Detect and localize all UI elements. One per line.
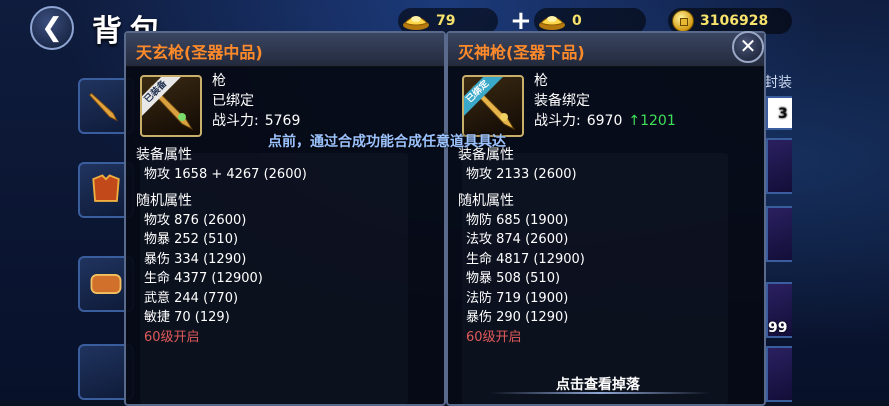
random-attr: 物暴 508 (510) <box>466 271 561 286</box>
tooltip-header: 天玄枪(圣器中品) <box>126 33 444 67</box>
gold-ingot-count: 79 <box>436 13 456 29</box>
power-label: 战斗力: <box>212 113 259 129</box>
bind-status: 装备绑定 <box>534 93 590 109</box>
random-attr: 暴伤 290 (1290) <box>466 310 569 325</box>
random-attr: 法攻 874 (2600) <box>466 232 569 247</box>
compare-item-tooltip: 灭神枪(圣器下品) 已绑定 枪 装备绑定 战斗力: 6970 ↑1201 装备属性 … <box>446 31 766 406</box>
item-type: 枪 <box>534 73 548 89</box>
hint-text: 点前，通过合成功能合成任意道具具达 <box>268 134 506 150</box>
power-value: 5769 <box>264 113 301 129</box>
item-name: 天玄枪(圣器中品) <box>136 43 263 62</box>
item-count: 3 <box>778 106 788 122</box>
random-attr: 武意 244 (770) <box>144 290 239 306</box>
random-attr: 生命 4377 (12900) <box>144 271 263 286</box>
power-row: 战斗力: 6970 ↑1201 <box>534 111 676 131</box>
coin-count: 3106928 <box>700 13 769 29</box>
armor-icon <box>92 174 120 202</box>
gold-ingot-icon <box>403 16 429 30</box>
locked-slot-text: 60级开启 <box>144 329 200 345</box>
locked-slot-text: 60级开启 <box>466 329 522 345</box>
close-button[interactable]: ✕ <box>732 31 764 63</box>
random-attr: 法防 719 (1900) <box>466 290 569 306</box>
attribute-box: 装备属性 物攻 2133 (2600) 随机属性 物防 685 (1900) 法… <box>458 143 754 404</box>
bind-status: 已绑定 <box>212 93 254 109</box>
side-slot[interactable] <box>766 138 792 194</box>
random-attr: 物暴 252 (510) <box>144 232 239 247</box>
random-attr: 生命 4817 (12900) <box>466 251 585 267</box>
close-icon: ✕ <box>739 34 757 58</box>
item-name: 灭神枪(圣器下品) <box>458 43 585 62</box>
divider <box>490 392 710 394</box>
coin-icon <box>672 10 694 32</box>
side-slot[interactable] <box>766 346 792 402</box>
side-slot[interactable] <box>766 206 792 262</box>
random-attr: 暴伤 334 (1290) <box>144 251 247 267</box>
bound-ingot-icon <box>539 16 565 30</box>
equip-attr: 物攻 2133 (2600) <box>466 167 577 182</box>
item-count: 99 <box>768 320 788 336</box>
side-tab[interactable]: 封装 <box>764 72 804 96</box>
power-label: 战斗力: <box>534 113 581 129</box>
back-arrow-icon: ❮ <box>41 13 63 43</box>
random-attr: 敏捷 70 (129) <box>144 310 230 325</box>
arrow-up-icon: ↑ <box>628 113 641 129</box>
power-delta-value: 1201 <box>640 113 676 129</box>
power-row: 战斗力: 5769 <box>212 111 300 131</box>
view-drops-link[interactable]: 点击查看掉落 <box>556 374 640 394</box>
side-slot[interactable]: 3 <box>766 96 792 130</box>
side-slot[interactable]: 99 <box>766 282 792 338</box>
item-icon: 已装备 <box>140 75 202 137</box>
random-attr: 物攻 876 (2600) <box>144 212 247 228</box>
attribute-box: 装备属性 物攻 1658 + 4267 (2600) 随机属性 物攻 876 (… <box>136 143 434 404</box>
back-button[interactable]: ❮ <box>30 6 74 50</box>
item-type: 枪 <box>212 73 226 89</box>
power-value: 6970 <box>586 113 623 129</box>
item-icon: 已绑定 <box>462 75 524 137</box>
random-attr-heading: 随机属性 <box>136 192 192 209</box>
power-delta: ↑1201 <box>628 113 675 129</box>
tooltip-header: 灭神枪(圣器下品) <box>448 33 764 67</box>
equipped-item-tooltip: 天玄枪(圣器中品) 已装备 枪 已绑定 战斗力: 5769 装备属性 物攻 165… <box>124 31 446 406</box>
item-info: 枪 装备绑定 战斗力: 6970 ↑1201 <box>534 71 676 131</box>
random-attr-heading: 随机属性 <box>458 192 514 209</box>
random-attr: 物防 685 (1900) <box>466 212 569 228</box>
equip-attr: 物攻 1658 + 4267 (2600) <box>144 167 307 182</box>
spear-icon <box>89 92 118 122</box>
item-info: 枪 已绑定 战斗力: 5769 <box>212 71 300 131</box>
belt-icon <box>90 274 122 294</box>
bound-ingot-count: 0 <box>572 13 582 29</box>
